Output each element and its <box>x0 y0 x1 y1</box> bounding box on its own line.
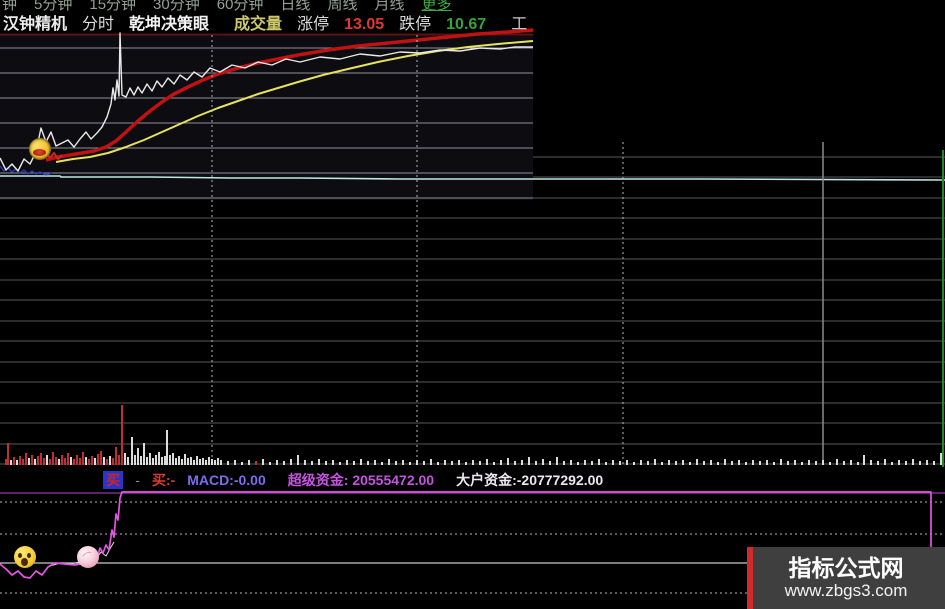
indicator-value-segment: MACD:-0.00 <box>187 471 266 488</box>
period-tab[interactable]: 月线 <box>374 0 404 14</box>
stock-info-segment: 成交量 <box>234 15 283 33</box>
period-tab-row: 钟 5分钟 15分钟 30分钟 60分钟 日线 周线 月线 更多 <box>0 0 945 14</box>
period-tab[interactable]: 60分钟 <box>217 0 264 14</box>
period-tab[interactable]: 周线 <box>327 0 357 14</box>
stock-info-segment: 工 <box>511 15 528 33</box>
indicator-value-segment: - <box>135 471 140 488</box>
trading-app-window: 钟 5分钟 15分钟 30分钟 60分钟 日线 周线 月线 更多 汉钟精机 分时 乾坤决策眼 成交量涨… <box>0 0 945 609</box>
price-and-indicator-chart[interactable] <box>0 0 945 609</box>
scream-face-signal-icon <box>14 546 36 568</box>
period-tab[interactable]: 15分钟 <box>89 0 136 14</box>
stock-info-segment: 跌停 <box>399 15 432 33</box>
period-tab[interactable]: 日线 <box>280 0 310 14</box>
stock-info-segment: 分时 <box>82 15 115 33</box>
indicator-value-segment: 大户资金:-20777292.00 <box>456 471 604 488</box>
watermark-url[interactable]: www.zbgs3.com <box>785 581 908 601</box>
pearl-signal-icon <box>77 546 99 568</box>
watermark-title: 指标公式网 <box>788 555 904 581</box>
indicator-value-segment: 超级资金: 20555472.00 <box>287 471 435 488</box>
watermark-badge: 指标公式网 www.zbgs3.com <box>747 547 945 609</box>
stock-info-segment: 涨停 <box>297 15 330 33</box>
watermark-red-bar <box>747 547 753 609</box>
indicator-value-segment: 买:- <box>151 471 176 488</box>
stock-info-segment: 乾坤决策眼 <box>129 15 210 33</box>
stock-info-segment: 10.67 <box>446 15 487 33</box>
period-tab[interactable]: 5分钟 <box>34 0 72 14</box>
indicator-header-row: 神品T加O1号 买 - 买:- MACD:-0.00 超级资金: 20555472.00… <box>0 469 945 490</box>
coin-signal-icon <box>29 138 51 160</box>
period-tab[interactable]: 更多 <box>421 0 451 14</box>
stock-info-row: 汉钟精机 分时 乾坤决策眼 成交量 涨停 13.05 跌停 10.67 工 <box>0 14 945 35</box>
stock-info-segment: 13.05 <box>344 15 385 33</box>
stock-info-segment: 汉钟精机 <box>3 15 68 33</box>
period-tab[interactable]: 30分钟 <box>153 0 200 14</box>
period-tab[interactable]: 钟 <box>2 0 17 14</box>
buy-flag: 买 <box>103 470 124 489</box>
indicator-name[interactable]: 神品T加O1号 <box>2 471 91 489</box>
